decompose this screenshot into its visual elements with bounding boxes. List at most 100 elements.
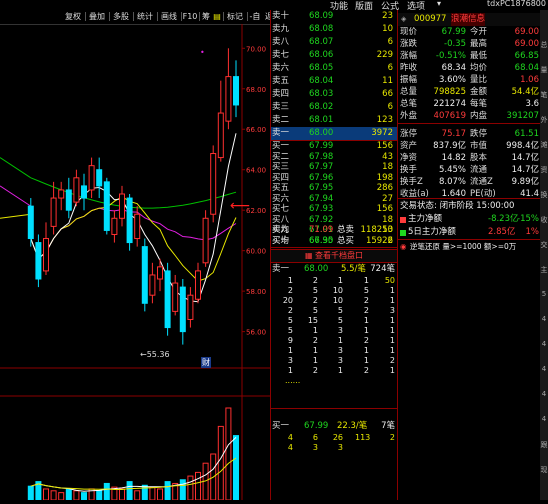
- queue-cell: 2: [312, 366, 318, 375]
- buy-level-row[interactable]: 买七 67.93 156: [271, 204, 397, 215]
- kline-chart[interactable]: 56.0058.0060.0062.0064.0066.0068.0070.00: [0, 24, 270, 501]
- level-label: 买一: [272, 141, 290, 151]
- candle-body: [43, 238, 49, 272]
- side-tab[interactable]: 主: [540, 265, 548, 275]
- sell-level-row[interactable]: 卖五 68.04 11: [271, 75, 397, 88]
- sell-level-row[interactable]: 卖二 68.01 123: [271, 114, 397, 127]
- side-tab[interactable]: 换: [540, 190, 548, 200]
- btn-mark[interactable]: 标记: [224, 11, 246, 22]
- queue-toggle[interactable]: ▦ 查看千档盘口: [271, 249, 397, 263]
- minimize-icon[interactable]: ▾: [437, 0, 441, 8]
- side-tab[interactable]: 外: [540, 115, 548, 125]
- sell-level-row[interactable]: 卖九 68.08 10: [271, 23, 397, 36]
- side-tab[interactable]: 4: [540, 390, 548, 398]
- btn-multi[interactable]: 多股: [110, 11, 132, 22]
- candle-body: [50, 197, 57, 227]
- queue-cell: 1: [389, 296, 395, 305]
- buy-level-row[interactable]: 买一 67.99 156: [271, 141, 397, 152]
- quote-value: 68.34: [441, 63, 466, 73]
- buy-level-row[interactable]: 买三 67.97 18: [271, 162, 397, 173]
- side-tab[interactable]: 4: [540, 340, 548, 348]
- queue-cell: 2: [389, 433, 395, 442]
- quote-label: 振幅: [400, 75, 418, 85]
- kline-chart-area[interactable]: 56.00 58.00 60.00 62.00 64.00 66.00 68.00 70.00…: [0, 24, 270, 501]
- buy-level-row[interactable]: 买四 67.96 198: [271, 173, 397, 184]
- gear-icon[interactable]: ◉: [400, 240, 407, 253]
- buy-level-row[interactable]: 买八 67.92 18: [271, 215, 397, 226]
- quote-label: 涨停: [400, 129, 418, 139]
- sell-level-row[interactable]: 卖十 68.09 23: [271, 10, 397, 23]
- stock-code: 000977: [414, 14, 447, 24]
- btn-add-favorite[interactable]: -自选: [246, 11, 264, 22]
- quote-label: 最低: [470, 51, 488, 61]
- quote-value: 221274: [433, 99, 466, 109]
- queue-more[interactable]: ......: [285, 376, 300, 385]
- stock-header[interactable]: ◈ 000977 浪潮信息: [398, 13, 541, 26]
- volume-bar: [126, 481, 133, 501]
- side-tab[interactable]: 4: [540, 415, 548, 423]
- sell-level-row[interactable]: 卖六 68.05 6: [271, 62, 397, 75]
- level-price: 68.05: [309, 63, 334, 73]
- candle-body: [96, 169, 103, 187]
- btn-fuquan[interactable]: 复权: [62, 11, 84, 22]
- btn-draw[interactable]: 画线: [158, 11, 180, 22]
- level-price: 68.02: [309, 102, 334, 112]
- sell-level-row[interactable]: 卖七 68.06 229: [271, 49, 397, 62]
- queue-cell: 2: [389, 356, 395, 365]
- buy-level-row[interactable]: 买六 67.94 27: [271, 194, 397, 205]
- side-tab[interactable]: 量: [540, 65, 548, 75]
- queue-cell: 1: [312, 326, 318, 335]
- quote-value: 14.7亿: [511, 165, 539, 175]
- queue-cell: 3: [337, 346, 343, 355]
- side-tabs[interactable]: 总量笔外滩资换收交主 5 4 4 4 4 4 跟现: [540, 10, 548, 500]
- level-label: 买二: [272, 151, 290, 162]
- side-tab[interactable]: 总: [540, 40, 548, 50]
- btn-f10[interactable]: F10: [182, 11, 198, 22]
- sell-level-row[interactable]: 卖四 68.03 66: [271, 88, 397, 101]
- side-tab[interactable]: 4: [540, 365, 548, 373]
- tick-toolbar[interactable]: ◉ 逆笔还原 量>=1000 额>=0万: [398, 239, 541, 253]
- quote-value: -0.35: [444, 39, 466, 49]
- favorite-icon[interactable]: ◈: [401, 13, 406, 26]
- sell-level-row[interactable]: 卖三 68.02 6: [271, 101, 397, 114]
- btn-chips[interactable]: 筹: [200, 11, 212, 22]
- level-volume: 3972: [371, 128, 393, 138]
- side-tab[interactable]: 笔: [540, 90, 548, 100]
- quote-row: 换手Z 8.07% 流通Z 9.89亿: [398, 176, 541, 188]
- side-tab[interactable]: 跟: [540, 440, 548, 450]
- side-tab[interactable]: 资: [540, 165, 548, 175]
- queue-cell: 10: [332, 296, 343, 305]
- side-tab[interactable]: 收: [540, 215, 548, 225]
- candle-body: [126, 197, 133, 244]
- quote-label: 资产: [400, 141, 418, 151]
- quote-value: 75.17: [441, 129, 466, 139]
- side-tab[interactable]: 现: [540, 465, 548, 475]
- level-price: 67.97: [309, 162, 334, 172]
- queue-cell: 1: [363, 316, 369, 325]
- chips-icon[interactable]: ▤: [212, 11, 222, 22]
- candle-body: [73, 177, 80, 203]
- avg-row: 卖均 71.09 总卖 118253: [272, 225, 393, 235]
- dot-marker-icon: •: [200, 48, 205, 57]
- volume-bar: [164, 481, 171, 501]
- buy-level-row[interactable]: 买五 67.95 286: [271, 183, 397, 194]
- sell-level-row[interactable]: 卖八 68.07 6: [271, 36, 397, 49]
- queue-cell: 2: [312, 336, 318, 345]
- finance-marker[interactable]: 财: [201, 357, 211, 368]
- side-tab[interactable]: 滩: [540, 140, 548, 150]
- candle-body: [172, 282, 179, 312]
- quote-label: 跌停: [470, 129, 488, 139]
- buy-level-row[interactable]: 买二 67.98 43: [271, 152, 397, 163]
- btn-overlay[interactable]: 叠加: [86, 11, 108, 22]
- sell-level-row[interactable]: 卖一 68.00 3972: [271, 127, 397, 140]
- queue-cell: 5: [337, 316, 343, 325]
- candle-body: [187, 294, 194, 320]
- queue-cell: 4: [287, 433, 293, 442]
- trade-status: 交易状态: 闭市阶段 15:00:00: [400, 201, 515, 211]
- y-tick-label: 58.00: [246, 288, 266, 296]
- volume-bar: [217, 425, 224, 501]
- side-tab[interactable]: 4: [540, 315, 548, 323]
- btn-stats[interactable]: 统计: [134, 11, 156, 22]
- side-tab[interactable]: 5: [540, 290, 548, 298]
- side-tab[interactable]: 交: [540, 240, 548, 250]
